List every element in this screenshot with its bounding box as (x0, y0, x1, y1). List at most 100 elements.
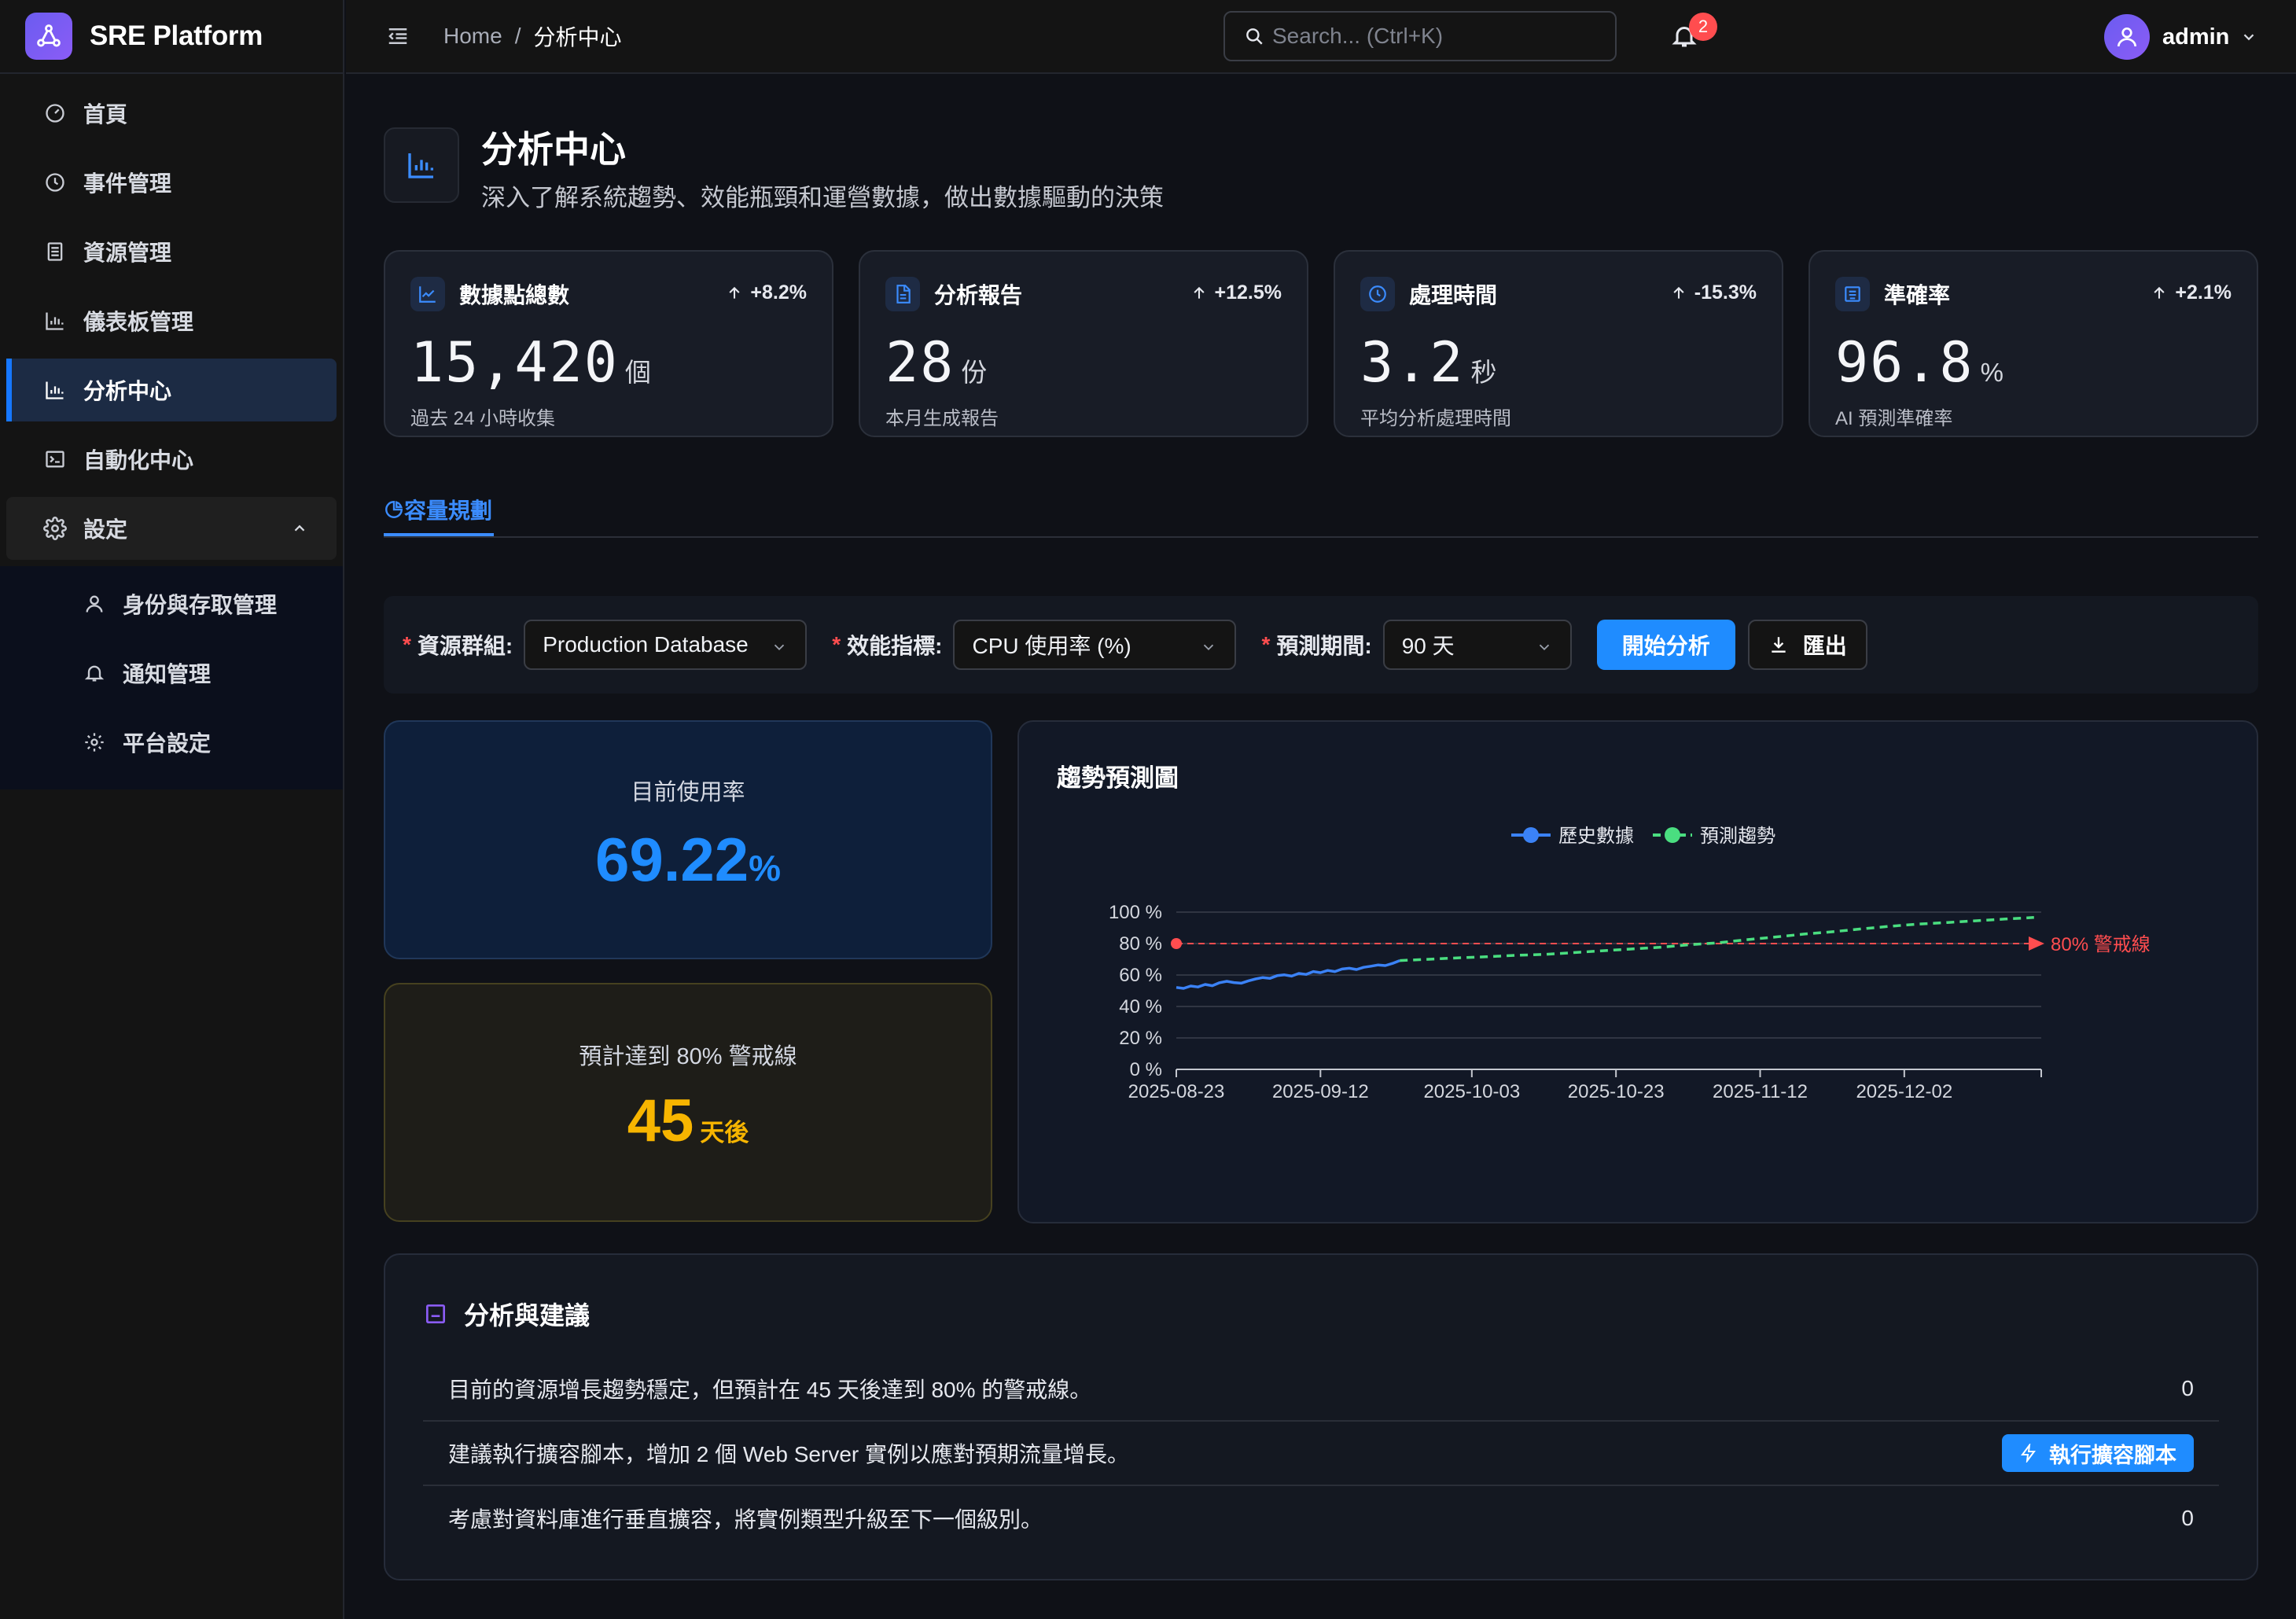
stat-card-data-points: 數據點總數 +8.2% 15,420 個 過去 24 小時收集 (384, 250, 833, 437)
sidebar-item-label: 平台設定 (123, 731, 212, 756)
avatar (2104, 14, 2150, 60)
tab-capacity-planning[interactable]: 容量規劃 (384, 494, 492, 525)
legend-label: 預測趨勢 (1700, 826, 1775, 847)
clock-icon (42, 170, 68, 195)
page-subtitle: 深入了解系統趨勢、效能瓶頸和運營數據，做出數據驅動的決策 (481, 184, 1164, 212)
tab-bar: 容量規劃 (384, 494, 2258, 538)
sidebar-item-label: 資源管理 (83, 241, 172, 265)
period-select[interactable]: 90 天 (1382, 620, 1572, 670)
advice-count: 0 (2181, 1376, 2194, 1400)
stat-trend-value: -15.3% (1694, 281, 1757, 304)
x-tick-label: 2025-09-12 (1272, 1081, 1369, 1102)
bar-chart-icon (384, 127, 459, 203)
stat-trend-value: +8.2% (750, 281, 807, 304)
metric-select[interactable]: CPU 使用率 (%) (953, 620, 1237, 670)
legend-marker (1523, 827, 1539, 843)
forecast-series-line (1400, 916, 2034, 962)
file-text-icon (885, 277, 920, 311)
line-chart-icon (410, 277, 445, 311)
bell-icon (82, 660, 107, 686)
advice-text: 考慮對資料庫進行垂直擴容，將實例類型升級至下一個級別。 (448, 1507, 1043, 1532)
chevron-down-icon (771, 638, 788, 656)
list-item: 目前的資源增長趨勢穩定，但預計在 45 天後達到 80% 的警戒線。 0 (423, 1357, 2219, 1422)
list-item: 考慮對資料庫進行垂直擴容，將實例類型升級至下一個級別。 0 (423, 1486, 2219, 1551)
chevron-down-icon (1536, 638, 1553, 656)
filter-label-text: 效能指標: (847, 634, 943, 658)
threshold-arrow-icon (2029, 936, 2044, 951)
stat-label: 準確率 (1884, 283, 1951, 307)
required-mark: * (1261, 632, 1271, 657)
sidebar-item-home[interactable]: 首頁 (6, 82, 337, 145)
sidebar-item-label: 自動化中心 (83, 448, 194, 473)
sidebar-item-label: 設定 (83, 517, 128, 542)
menu-fold-icon[interactable] (384, 22, 412, 50)
dashboard-gauge-icon (42, 101, 68, 126)
sidebar-item-notifications[interactable]: 通知管理 (6, 642, 337, 705)
filter-label-text: 預測期間: (1276, 634, 1372, 658)
search-input[interactable] (1272, 24, 1587, 49)
eta-unit: 天後 (700, 1119, 749, 1146)
export-button[interactable]: 匯出 (1747, 620, 1867, 670)
usage-unit: % (749, 848, 782, 889)
sidebar-item-label: 身份與存取管理 (123, 593, 278, 617)
stat-trend: -15.3% (1671, 281, 1757, 304)
stat-card-processing-time: 處理時間 -15.3% 3.2 秒 平均分析處理時間 (1334, 250, 1783, 437)
x-tick-label: 2025-12-02 (1856, 1081, 1952, 1102)
threshold-eta-card: 預計達到 80% 警戒線 45 天後 (384, 983, 992, 1222)
brand[interactable]: SRE Platform (0, 0, 343, 74)
analysis-advice-card: 分析與建議 目前的資源增長趨勢穩定，但預計在 45 天後達到 80% 的警戒線。… (384, 1253, 2258, 1580)
export-label: 匯出 (1802, 634, 1847, 658)
sidebar-item-automation[interactable]: 自動化中心 (6, 428, 337, 491)
stat-card-reports: 分析報告 +12.5% 28 份 本月生成報告 (859, 250, 1308, 437)
user-name: admin (2162, 24, 2230, 50)
sidebar-item-analytics[interactable]: 分析中心 (6, 359, 337, 421)
stat-unit: % (1980, 358, 2003, 387)
sidebar-item-resources[interactable]: 資源管理 (6, 220, 337, 283)
trend-forecast-card: 趨勢預測圖 0 % 20 % 40 % 60 % 80 % 100 % 2025-08-23… (1017, 720, 2258, 1223)
sidebar-item-settings[interactable]: 設定 (6, 497, 337, 560)
tab-label: 容量規劃 (404, 499, 493, 523)
breadcrumb-separator: / (514, 24, 521, 48)
sidebar-item-iam[interactable]: 身份與存取管理 (6, 572, 337, 635)
sidebar-item-incidents[interactable]: 事件管理 (6, 151, 337, 214)
usage-number: 69.22 (594, 825, 749, 894)
threshold-start-marker (1171, 938, 1182, 949)
stat-description: AI 預測準確率 (1835, 408, 1953, 429)
threshold-label: 80% 警戒線 (2051, 934, 2151, 955)
advice-count: 0 (2181, 1506, 2194, 1530)
sidebar-item-platform-settings[interactable]: 平台設定 (6, 711, 337, 774)
advice-list: 目前的資源增長趨勢穩定，但預計在 45 天後達到 80% 的警戒線。 0 建議執… (423, 1357, 2219, 1551)
bar-chart-icon (42, 377, 68, 403)
stat-value: 3.2 (1360, 330, 1465, 395)
resource-group-select[interactable]: Production Database (524, 620, 808, 670)
robot-icon (423, 1301, 448, 1326)
select-value: CPU 使用率 (%) (972, 634, 1131, 658)
user-menu[interactable]: admin (2104, 14, 2257, 60)
tab-active-indicator (384, 533, 494, 536)
stat-description: 過去 24 小時收集 (410, 408, 556, 429)
start-analysis-button[interactable]: 開始分析 (1596, 620, 1735, 670)
button-label: 執行擴容腳本 (2049, 1443, 2176, 1467)
settings-submenu: 身份與存取管理 通知管理 平台設定 (0, 566, 343, 789)
sidebar-item-dashboards[interactable]: 儀表板管理 (6, 289, 337, 352)
usage-value: 69.22% (385, 824, 991, 896)
app-logo-icon (25, 13, 72, 60)
search-box[interactable] (1223, 11, 1617, 61)
usage-label: 目前使用率 (631, 780, 745, 805)
breadcrumb-home[interactable]: Home (443, 24, 502, 49)
search-icon (1244, 26, 1264, 46)
terminal-icon (42, 447, 68, 472)
y-tick-label: 80 % (1119, 933, 1162, 955)
advice-text: 建議執行擴容腳本，增加 2 個 Web Server 實例以應對預期流量增長。 (448, 1442, 1130, 1466)
required-mark: * (403, 632, 411, 657)
run-scaling-script-button[interactable]: 執行擴容腳本 (2002, 1434, 2194, 1472)
stat-unit: 個 (624, 358, 651, 387)
x-tick-label: 2025-10-23 (1568, 1081, 1665, 1102)
download-icon (1772, 637, 1786, 653)
sidebar-item-label: 首頁 (83, 102, 128, 127)
notification-badge: 2 (1689, 13, 1717, 41)
sidebar-item-label: 分析中心 (83, 379, 172, 403)
required-mark: * (832, 632, 841, 657)
stat-card-accuracy: 準確率 +2.1% 96.8 % AI 預測準確率 (1808, 250, 2258, 437)
stat-trend: +2.1% (2151, 281, 2232, 304)
